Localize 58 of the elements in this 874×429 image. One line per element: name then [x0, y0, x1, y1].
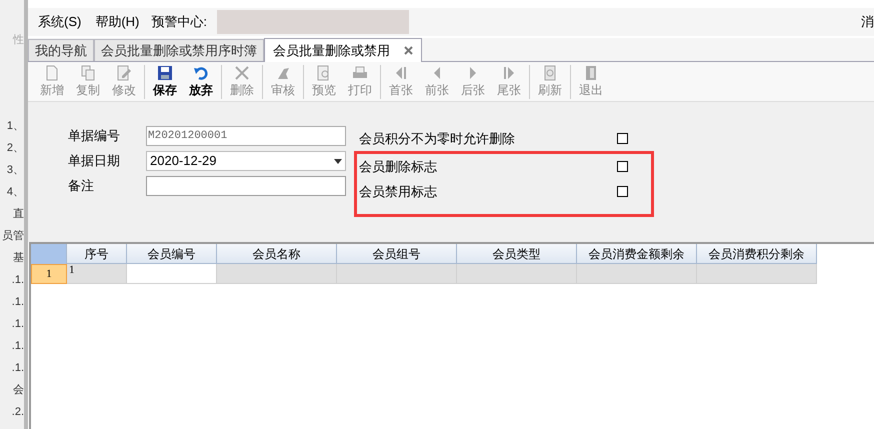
checkbox[interactable]: [617, 133, 628, 144]
column-header[interactable]: 会员类型: [457, 244, 577, 264]
tab[interactable]: 会员批量删除或禁用: [264, 38, 422, 62]
sidebar-fragment: 会: [13, 382, 24, 398]
column-header[interactable]: 会员编号: [127, 244, 217, 264]
column-header[interactable]: 会员消费积分剩余: [697, 244, 817, 264]
menu-text: 消: [861, 13, 874, 32]
column-header[interactable]: 会员组号: [337, 244, 457, 264]
input-field[interactable]: [146, 176, 346, 196]
option-label: 会员禁用标志: [359, 182, 438, 201]
column-header[interactable]: 会员消费金额剩余: [577, 244, 697, 264]
field-label: 备注: [68, 177, 95, 196]
sidebar-fragment: 2、: [6, 140, 24, 156]
last-icon: [501, 64, 517, 80]
option-label: 会员删除标志: [359, 158, 438, 176]
field-label: 单据编号: [68, 127, 121, 146]
tab[interactable]: 我的导航: [28, 39, 94, 61]
printer-icon: [352, 64, 368, 80]
grid-corner: [31, 244, 67, 264]
delete-icon: [234, 64, 250, 80]
sidebar-fragment: 直: [13, 206, 24, 222]
sidebar-fragment: .1.: [12, 338, 24, 354]
door-icon: [583, 64, 599, 80]
sidebar-fragment: 3、: [6, 162, 24, 178]
dropdown-arrow-icon: [334, 158, 342, 164]
edit-icon: [116, 64, 132, 80]
menu-item[interactable]: 系统(S): [36, 12, 84, 32]
toolbar-button[interactable]: 放弃: [183, 64, 219, 98]
sidebar-fragment: 1、: [6, 118, 24, 134]
tab[interactable]: 会员批量删除或禁用序时簿: [94, 39, 264, 61]
column-header[interactable]: 会员名称: [217, 244, 337, 264]
checkbox[interactable]: [617, 161, 628, 172]
sidebar-fragment: .2.: [12, 404, 24, 420]
undo-icon: [193, 64, 209, 80]
sidebar-fragment: 员管: [2, 228, 24, 244]
alert-label: 预警中心:: [151, 13, 208, 32]
save-icon: [157, 64, 173, 80]
sidebar-fragment: 性: [13, 33, 24, 48]
table-cell: 1: [67, 264, 127, 284]
sidebar-fragment: .1.: [12, 360, 24, 376]
option-label: 会员积分不为零时允许删除: [359, 130, 516, 148]
row-header[interactable]: 1: [31, 264, 67, 284]
toolbar-button[interactable]: 保存: [147, 64, 183, 98]
sidebar-fragment: .1.: [12, 316, 24, 332]
column-header[interactable]: 序号: [67, 244, 127, 264]
sidebar-fragment: .1.: [12, 294, 24, 310]
sidebar-fragment: 4、: [6, 184, 24, 200]
input-field[interactable]: M20201200001: [146, 126, 346, 146]
sidebar-fragment: .1.: [12, 272, 24, 288]
close-icon[interactable]: [404, 46, 413, 55]
refresh-icon: [542, 64, 558, 80]
page-icon: [44, 64, 60, 80]
menu-item[interactable]: 帮助(H): [93, 12, 142, 32]
sidebar-fragment: 基: [13, 250, 24, 266]
field-label: 单据日期: [68, 152, 121, 170]
checkbox[interactable]: [617, 186, 628, 197]
date-dropdown[interactable]: 2020-12-29: [146, 151, 346, 171]
copy-icon: [80, 64, 96, 80]
